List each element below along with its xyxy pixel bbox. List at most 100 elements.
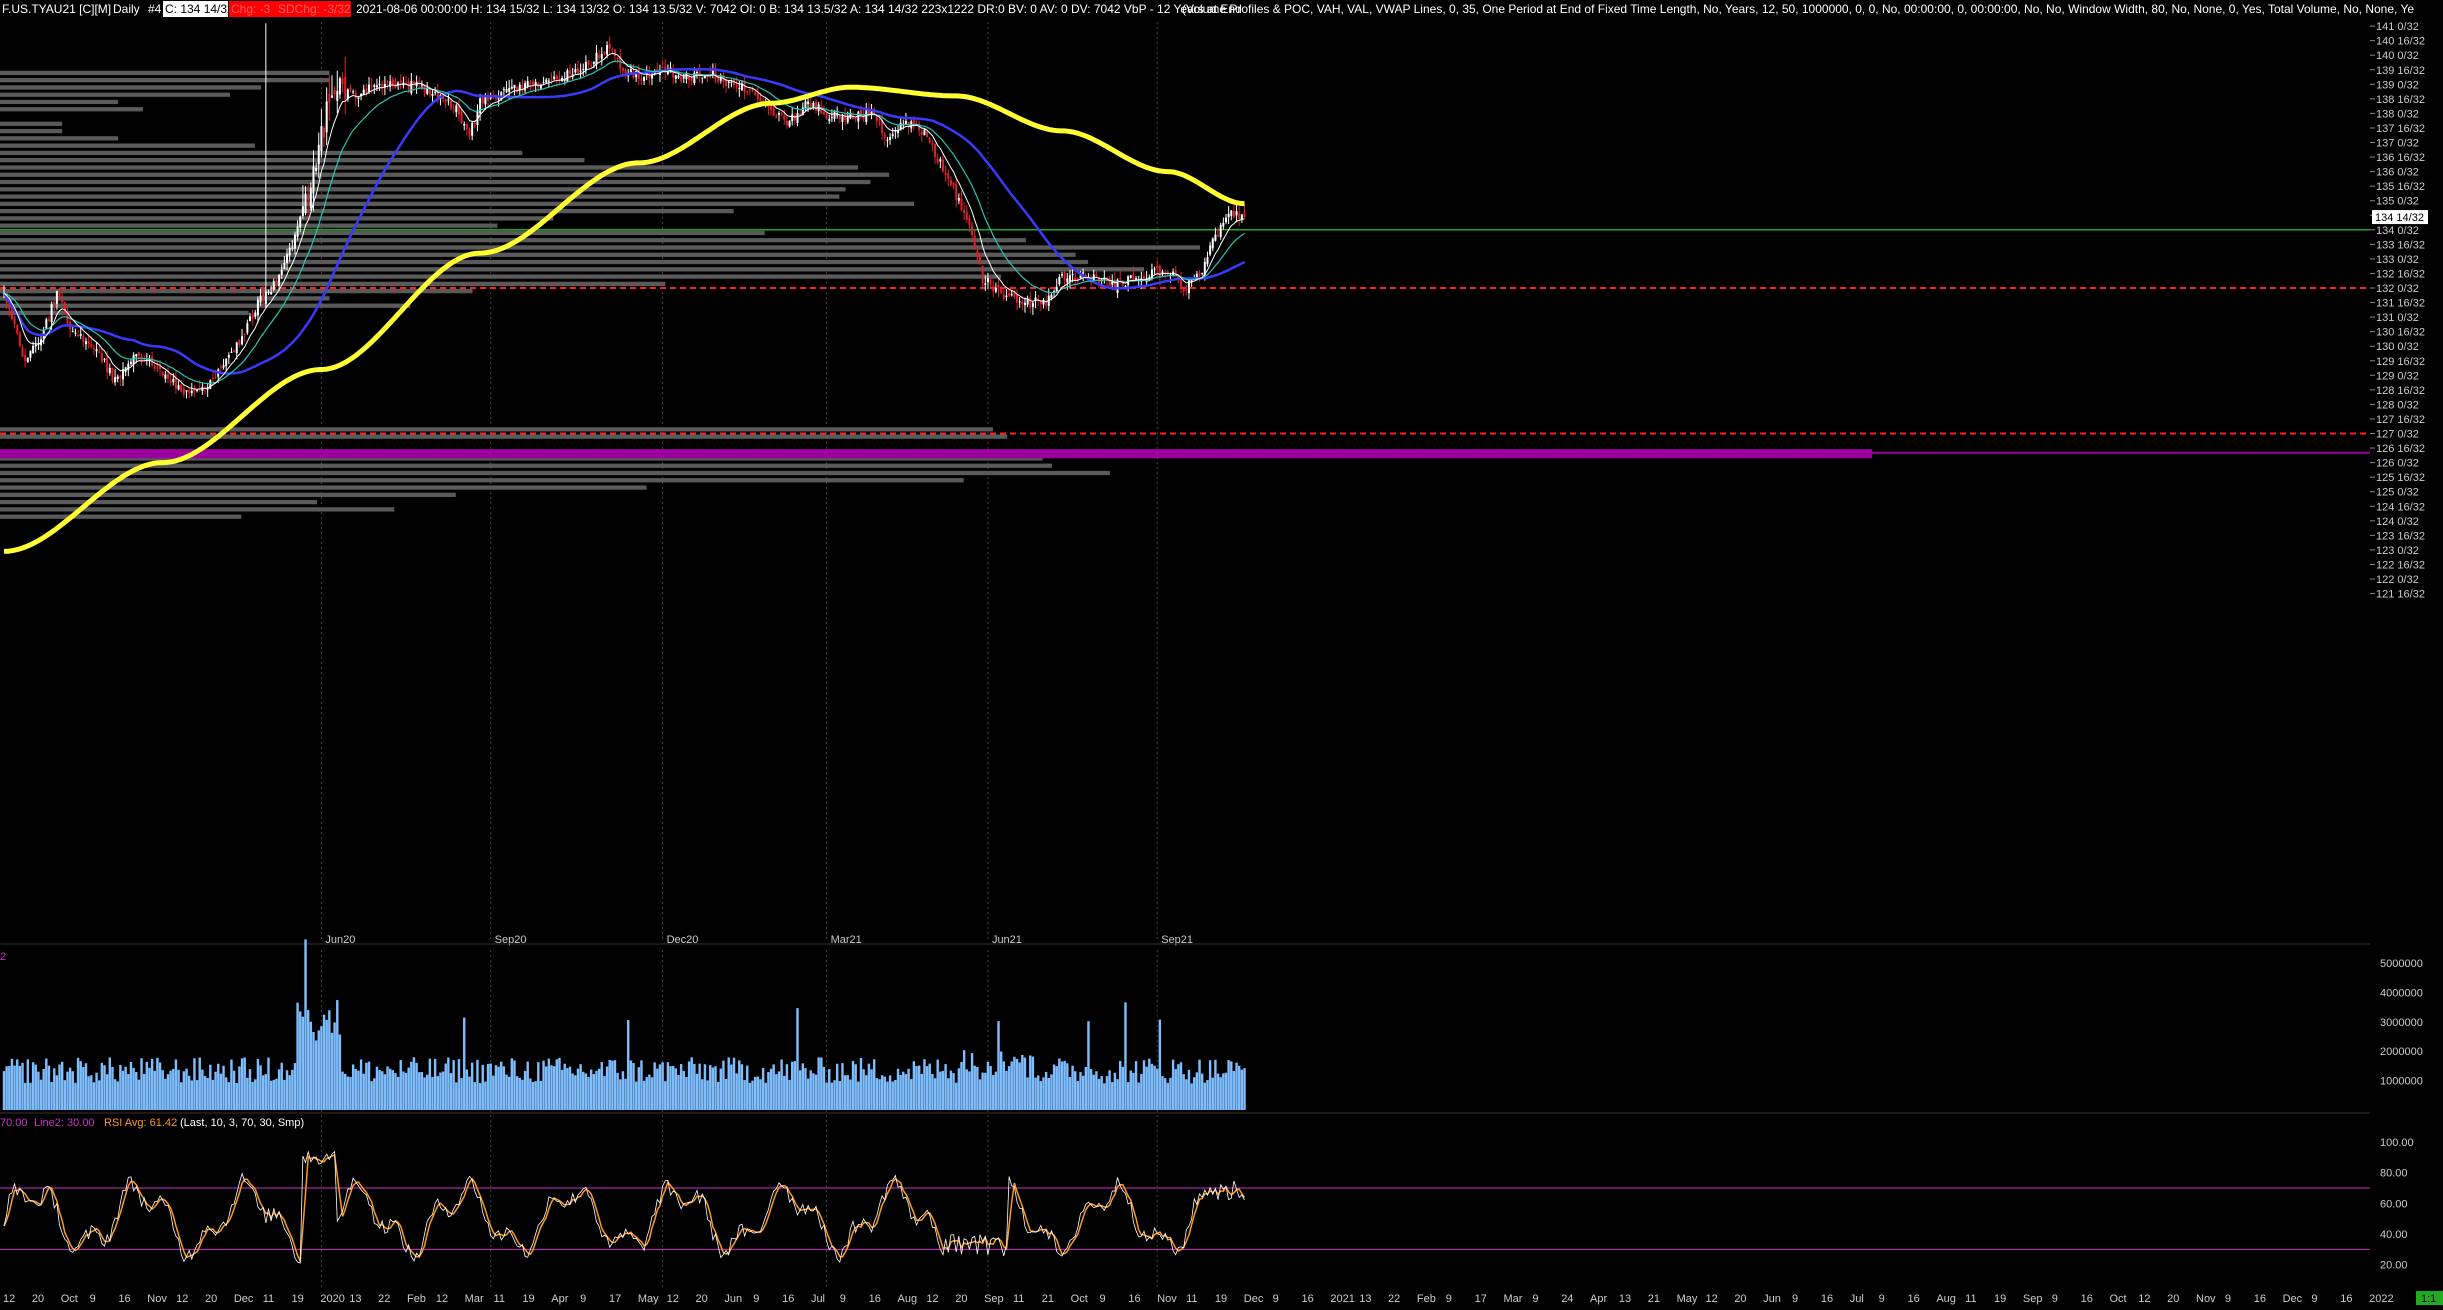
- time-axis-label: Jul: [1850, 1293, 1864, 1305]
- volume-bar: [1013, 1056, 1016, 1110]
- price-tick-label: 132 0/32: [2376, 283, 2419, 295]
- candle-body: [606, 45, 609, 55]
- volume-bar: [341, 1071, 344, 1110]
- time-axis-label: May: [1677, 1293, 1698, 1305]
- volume-tick-label: 1000000: [2380, 1076, 2423, 1088]
- volume-bar: [71, 1071, 74, 1110]
- volume-bar: [854, 1064, 857, 1110]
- time-axis-label: 9: [840, 1293, 846, 1305]
- volume-bar: [976, 1066, 979, 1110]
- candle-body: [487, 97, 490, 101]
- volume-bar: [706, 1080, 709, 1110]
- volume-bar: [637, 1067, 640, 1110]
- candle-body: [772, 107, 775, 116]
- time-axis-label: 13: [349, 1293, 361, 1305]
- volume-bar: [545, 1066, 548, 1110]
- volume-bar: [1185, 1079, 1188, 1110]
- candle-body: [399, 80, 402, 83]
- scale-badge-label[interactable]: 1:1: [2421, 1293, 2436, 1305]
- volume-bar: [169, 1070, 172, 1110]
- candle-body: [116, 376, 119, 380]
- time-axis[interactable]: 12 20 Oct 9 16 Nov 12 20 Dec 11 19 2020 13 22 Feb 12 Mar…: [0, 1291, 2416, 1305]
- interval-label[interactable]: Daily: [113, 2, 140, 16]
- candle-body: [807, 101, 810, 105]
- candle-body: [979, 254, 982, 265]
- candle-body: [177, 385, 180, 390]
- candle-body: [407, 81, 410, 91]
- last-price-header: C: 134 14/32: [165, 2, 234, 16]
- volume-bar: [656, 1068, 659, 1110]
- volume-bar: [724, 1078, 728, 1110]
- candle-body: [98, 351, 101, 354]
- volume-bar: [761, 1067, 765, 1110]
- trading-chart[interactable]: F.US.TYAU21 [C][M] Daily #4 C: 134 14/32…: [0, 0, 2443, 1305]
- price-tick-label: 125 0/32: [2376, 487, 2419, 499]
- volume-bar: [1084, 1066, 1088, 1110]
- volume-bar: [79, 1061, 82, 1110]
- candle-body: [368, 84, 371, 92]
- volume-bar: [1074, 1071, 1077, 1110]
- volume-bar: [1121, 1066, 1125, 1110]
- volume-bar: [677, 1074, 680, 1110]
- candle-body: [315, 167, 318, 171]
- candle-body: [621, 67, 624, 71]
- candle-body: [317, 144, 320, 165]
- volume-bar: [111, 1066, 114, 1110]
- volume-bar: [523, 1070, 527, 1110]
- candle-body: [611, 49, 614, 51]
- price-tick-label: 134 0/32: [2376, 225, 2419, 237]
- volume-bar: [418, 1072, 421, 1110]
- volume-bar: [1163, 1078, 1167, 1110]
- volume-bar: [439, 1072, 442, 1110]
- candle-body: [677, 75, 680, 78]
- volume-bar: [597, 1068, 601, 1110]
- candle-body: [1227, 213, 1230, 218]
- candle-body: [529, 82, 532, 84]
- volume-bar: [820, 1057, 823, 1110]
- candle-body: [1023, 302, 1026, 306]
- time-axis-label: Sep: [984, 1293, 1004, 1305]
- candle-body: [661, 66, 664, 68]
- volume-bar: [910, 1079, 913, 1110]
- volume-bar: [1211, 1077, 1214, 1110]
- volume-bar: [904, 1074, 908, 1110]
- candle-body: [532, 81, 534, 85]
- volume-bar: [1140, 1073, 1143, 1110]
- candle-body: [161, 371, 164, 376]
- candle-body: [1129, 275, 1132, 278]
- volume-bar: [1079, 1072, 1082, 1110]
- candle-body: [997, 284, 1000, 290]
- volume-bar: [484, 1081, 487, 1110]
- candle-body: [680, 76, 683, 82]
- price-tick-label: 140 16/32: [2376, 36, 2425, 48]
- volume-bar: [746, 1065, 749, 1110]
- profile-bar: [0, 172, 890, 177]
- symbol-label[interactable]: F.US.TYAU21 [C][M]: [2, 2, 111, 16]
- rsi-header: 70.00 Line2: 30.00 RSI Avg: 61.42 (Last,…: [0, 1117, 304, 1129]
- candle-body: [79, 333, 82, 336]
- time-axis-label: Oct: [61, 1293, 78, 1305]
- volume-bar: [230, 1059, 233, 1110]
- volume-bar: [748, 1082, 752, 1110]
- volume-bar: [716, 1081, 720, 1110]
- candle-body: [613, 49, 616, 57]
- candle-body: [246, 323, 249, 333]
- volume-bar: [10, 1058, 14, 1110]
- candle-body: [846, 116, 849, 123]
- volume-bar: [383, 1074, 387, 1110]
- volume-bar: [791, 1061, 794, 1110]
- time-axis-label: 16: [1301, 1293, 1313, 1305]
- change2-label: SDChg: -3/32: [278, 2, 351, 16]
- volume-bar: [473, 1082, 477, 1110]
- chart-canvas[interactable]: F.US.TYAU21 [C][M] Daily #4 C: 134 14/32…: [0, 0, 2443, 1305]
- candle-body: [188, 390, 191, 394]
- candle-body: [931, 142, 934, 145]
- volume-bar: [687, 1061, 691, 1110]
- volume-bar: [1026, 1077, 1029, 1110]
- volume-bar: [248, 1069, 252, 1110]
- candle-body: [539, 85, 542, 89]
- volume-bar: [198, 1057, 201, 1110]
- volume-bar: [714, 1066, 717, 1110]
- candle-body: [600, 54, 603, 59]
- volume-bar: [410, 1061, 413, 1110]
